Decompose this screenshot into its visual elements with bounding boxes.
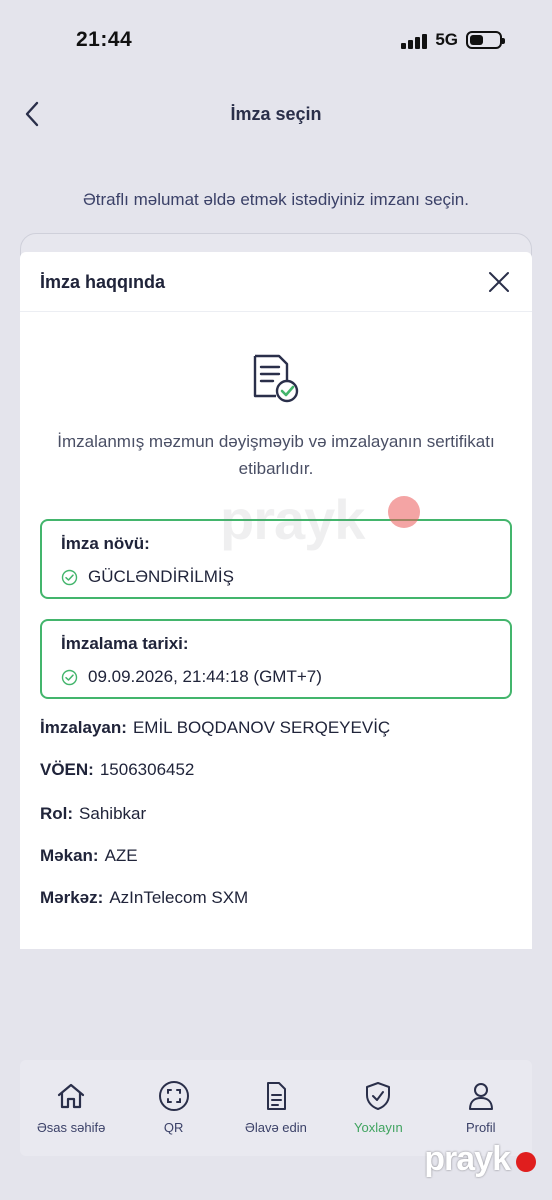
detail-signer: İmzalayan: EMİL BOQDANOV SERQEYEVİÇ bbox=[40, 718, 390, 738]
instruction-text: Ətraflı məlumat əldə etmək istədiyiniz i… bbox=[83, 190, 469, 209]
watermark-dot bbox=[388, 496, 420, 528]
modal-title: İmza haqqında bbox=[40, 272, 166, 292]
document-icon bbox=[266, 1082, 286, 1110]
signature-type-label: İmza növü: bbox=[61, 534, 150, 553]
tab-verify[interactable]: Yoxlayın bbox=[330, 1080, 426, 1135]
tab-label: QR bbox=[163, 1120, 184, 1135]
detail-label: İmzalayan: bbox=[40, 718, 127, 737]
tab-home[interactable]: Əsas səhifə bbox=[23, 1080, 119, 1135]
tab-label: Yoxlayın bbox=[354, 1120, 403, 1135]
page-header: İmza seçin bbox=[0, 90, 552, 138]
verified-document-icon bbox=[253, 354, 299, 403]
status-time: 21:44 bbox=[76, 28, 133, 51]
signing-date-box: İmzalama tarixi: 09.09.2026, 21:44:18 (G… bbox=[40, 619, 512, 699]
detail-location: Məkan: AZE bbox=[40, 846, 138, 866]
home-icon bbox=[58, 1083, 85, 1109]
detail-value: AZE bbox=[104, 846, 138, 865]
tab-label: Əlavə edin bbox=[245, 1120, 307, 1135]
signing-date-label: İmzalama tarixi: bbox=[61, 634, 189, 653]
detail-value: EMİL BOQDANOV SERQEYEVİÇ bbox=[132, 718, 391, 737]
user-icon bbox=[468, 1083, 493, 1110]
signing-date-value: 09.09.2026, 21:44:18 (GMT+7) bbox=[88, 667, 322, 686]
tab-qr[interactable]: QR bbox=[126, 1080, 222, 1135]
tab-label: Əsas səhifə bbox=[37, 1120, 106, 1135]
status-indicators: 5G bbox=[401, 30, 505, 50]
check-circle-icon bbox=[61, 569, 78, 585]
close-button[interactable] bbox=[484, 267, 514, 297]
battery-icon bbox=[466, 31, 505, 49]
corner-brand-dot bbox=[516, 1152, 536, 1172]
network-type: 5G bbox=[435, 30, 458, 49]
detail-value: 1506306452 bbox=[99, 760, 195, 779]
watermark: prayk bbox=[220, 488, 365, 551]
signature-type-value: GÜCLƏNDİRİLMİŞ bbox=[88, 567, 234, 586]
detail-role: Rol: Sahibkar bbox=[40, 804, 146, 824]
detail-voen: VÖEN: 1506306452 bbox=[40, 760, 194, 780]
corner-brand-logo: prayk bbox=[424, 1140, 511, 1178]
tab-add[interactable]: Əlavə edin bbox=[228, 1080, 324, 1135]
signature-type-row: GÜCLƏNDİRİLMİŞ bbox=[61, 567, 234, 587]
shield-check-icon bbox=[366, 1082, 391, 1110]
tab-profile[interactable]: Profil bbox=[433, 1080, 529, 1135]
detail-value: Sahibkar bbox=[79, 804, 147, 823]
modal-header: İmza haqqında bbox=[20, 252, 532, 312]
verification-message: İmzalanmış məzmun dəyişməyib və imzalaya… bbox=[57, 432, 495, 478]
signature-info-modal: İmza haqqında İmzalanmış məzmun dəyişməy… bbox=[20, 252, 532, 949]
detail-label: Məkan: bbox=[40, 846, 99, 865]
page-title: İmza seçin bbox=[230, 104, 322, 124]
signing-date-row: 09.09.2026, 21:44:18 (GMT+7) bbox=[61, 667, 322, 687]
detail-label: VÖEN: bbox=[40, 760, 94, 779]
detail-value: AzInTelecom SXM bbox=[109, 888, 249, 907]
close-icon bbox=[489, 272, 509, 292]
detail-label: Mərkəz: bbox=[40, 888, 104, 907]
detail-center: Mərkəz: AzInTelecom SXM bbox=[40, 888, 248, 908]
detail-label: Rol: bbox=[40, 804, 74, 823]
qr-scan-icon bbox=[158, 1081, 189, 1111]
tab-label: Profil bbox=[465, 1120, 496, 1135]
check-circle-icon bbox=[61, 669, 78, 685]
signal-icon bbox=[401, 31, 428, 49]
status-bar: 21:44 5G bbox=[0, 0, 552, 80]
battery-level bbox=[470, 35, 483, 45]
